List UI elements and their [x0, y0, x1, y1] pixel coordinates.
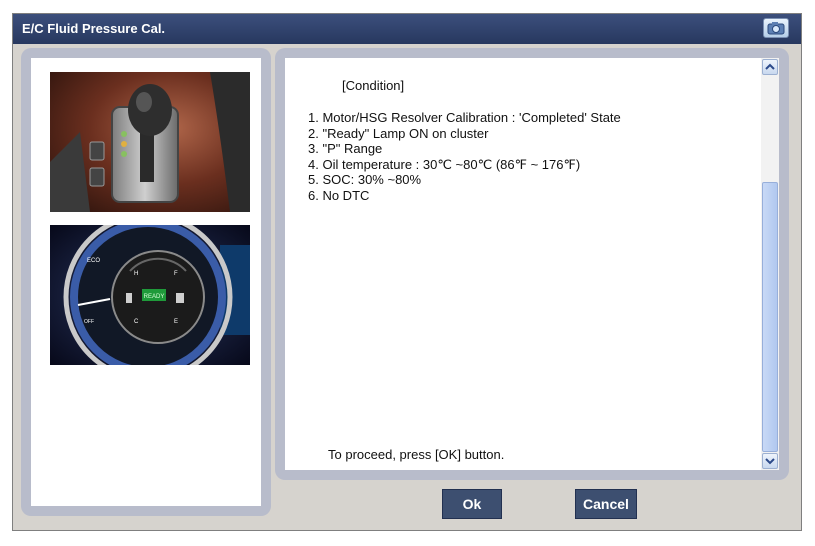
scrollbar-thumb[interactable]	[762, 182, 778, 452]
info-panel: [Condition] 1. Motor/HSG Resolver Calibr…	[275, 48, 789, 480]
instrument-cluster-photo: READY ECO OFF H C F E	[50, 225, 250, 365]
camera-icon[interactable]	[763, 18, 789, 38]
chevron-up-icon[interactable]	[762, 59, 778, 75]
f-label: F	[174, 271, 178, 277]
title-bar[interactable]: E/C Fluid Pressure Cal.	[13, 14, 801, 44]
vertical-scrollbar[interactable]	[761, 58, 779, 470]
eco-label: ECO	[87, 258, 100, 264]
h-label: H	[134, 271, 138, 277]
ok-button[interactable]: Ok	[442, 489, 502, 519]
list-item: 2. "Ready" Lamp ON on cluster	[308, 125, 489, 141]
condition-list: 1. Motor/HSG Resolver Calibration : 'Com…	[308, 110, 621, 204]
off-label: OFF	[84, 319, 94, 325]
e-label: E	[174, 319, 178, 325]
proceed-instruction: To proceed, press [OK] button.	[328, 447, 505, 462]
image-panel-inner: READY ECO OFF H C F E	[31, 58, 261, 506]
list-item: 6. No DTC	[308, 187, 370, 203]
image-panel: READY ECO OFF H C F E	[21, 48, 271, 516]
c-label: C	[134, 319, 139, 325]
condition-text-area: [Condition] 1. Motor/HSG Resolver Calibr…	[285, 58, 761, 470]
info-panel-inner: [Condition] 1. Motor/HSG Resolver Calibr…	[285, 58, 779, 470]
cancel-button[interactable]: Cancel	[575, 489, 637, 519]
list-item: 3. "P" Range	[308, 141, 383, 157]
window-title: E/C Fluid Pressure Cal.	[22, 21, 166, 36]
gear-shifter-photo	[50, 72, 250, 212]
list-item: 4. Oil temperature : 30℃ ~80℃ (86℉ ~ 176…	[308, 156, 581, 172]
chevron-down-icon[interactable]	[762, 453, 778, 469]
list-item: 1. Motor/HSG Resolver Calibration : 'Com…	[308, 110, 621, 125]
dialog-window: E/C Fluid Pressure Cal. READY ECO OFF H …	[12, 13, 802, 531]
condition-heading: [Condition]	[342, 78, 405, 93]
ready-label: READY	[144, 294, 165, 300]
list-item: 5. SOC: 30% ~80%	[308, 172, 422, 188]
